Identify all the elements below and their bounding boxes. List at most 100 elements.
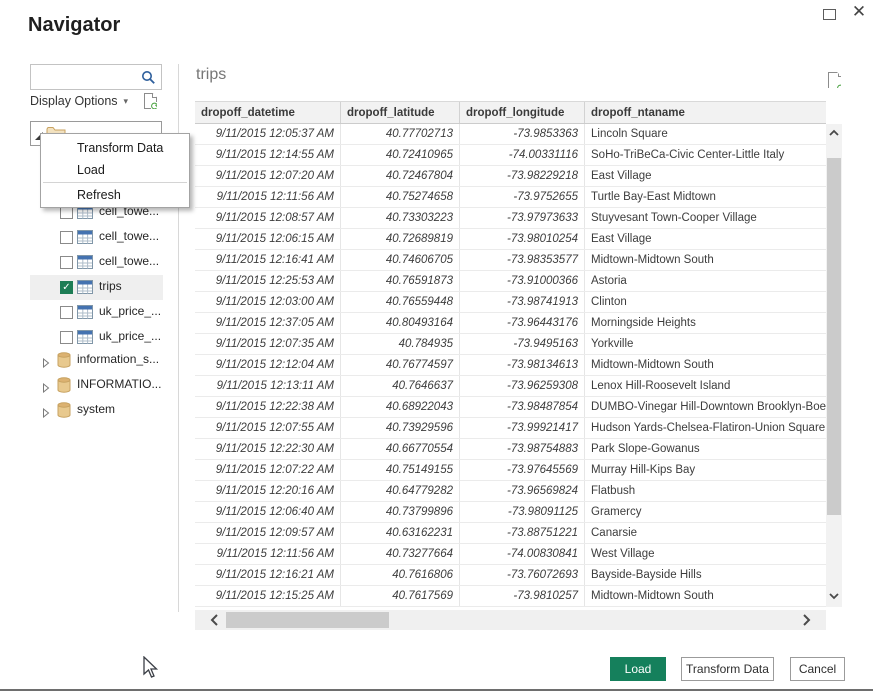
checkbox[interactable]: ✓ [60,281,73,294]
menu-item-load[interactable]: Load [41,159,189,181]
transform-data-button[interactable]: Transform Data [681,657,774,681]
cell-dropoff-datetime: 9/11/2015 12:07:55 AM [195,418,341,438]
cell-dropoff-ntaname: Lenox Hill-Roosevelt Island [585,376,826,396]
cell-dropoff-latitude: 40.75274658 [341,187,460,207]
checkbox[interactable] [60,256,73,269]
cell-dropoff-latitude: 40.80493164 [341,313,460,333]
cancel-button[interactable]: Cancel [790,657,845,681]
tree-item-uk-price-[interactable]: uk_price_... [30,300,163,325]
scroll-up-icon[interactable] [826,126,842,142]
cell-dropoff-longitude: -73.98134613 [460,355,585,375]
cell-dropoff-latitude: 40.63162231 [341,523,460,543]
cell-dropoff-longitude: -73.9752655 [460,187,585,207]
cell-dropoff-latitude: 40.66770554 [341,439,460,459]
column-header-dropoff-latitude[interactable]: dropoff_latitude [341,102,460,123]
cell-dropoff-ntaname: East Village [585,229,826,249]
display-options-label: Display Options [30,94,118,108]
display-options-dropdown[interactable]: Display Options▾ [30,94,128,108]
horizontal-scrollbar[interactable] [195,610,826,630]
load-button[interactable]: Load [610,657,666,681]
table-row[interactable]: 9/11/2015 12:15:25 AM40.7617569-73.98102… [195,586,826,607]
table-row[interactable]: 9/11/2015 12:37:05 AM40.80493164-73.9644… [195,313,826,334]
cell-dropoff-longitude: -73.9495163 [460,334,585,354]
cell-dropoff-datetime: 9/11/2015 12:14:55 AM [195,145,341,165]
cell-dropoff-latitude: 40.73929596 [341,418,460,438]
expand-chevron-icon[interactable] [42,380,50,398]
cell-dropoff-ntaname: Yorkville [585,334,826,354]
cell-dropoff-ntaname: Hudson Yards-Chelsea-Flatiron-Union Squa… [585,418,826,438]
table-row[interactable]: 9/11/2015 12:09:57 AM40.63162231-73.8875… [195,523,826,544]
table-row[interactable]: 9/11/2015 12:22:30 AM40.66770554-73.9875… [195,439,826,460]
table-row[interactable]: 9/11/2015 12:06:40 AM40.73799896-73.9809… [195,502,826,523]
search-icon[interactable] [141,70,156,90]
cell-dropoff-datetime: 9/11/2015 12:08:57 AM [195,208,341,228]
refresh-arrows-icon: ⟳ [837,84,846,94]
cell-dropoff-longitude: -73.96443176 [460,313,585,333]
column-header-dropoff-datetime[interactable]: dropoff_datetime [195,102,341,123]
grid-header-row: dropoff_datetime dropoff_latitude dropof… [195,101,826,124]
table-row[interactable]: 9/11/2015 12:07:35 AM40.784935-73.949516… [195,334,826,355]
table-row[interactable]: 9/11/2015 12:07:55 AM40.73929596-73.9992… [195,418,826,439]
table-row[interactable]: 9/11/2015 12:11:56 AM40.73277664-74.0083… [195,544,826,565]
table-row[interactable]: 9/11/2015 12:14:55 AM40.72410965-74.0033… [195,145,826,166]
refresh-tree-icon[interactable]: ⟳ [144,93,157,109]
table-icon [77,305,93,324]
scroll-left-icon[interactable] [209,613,221,632]
cell-dropoff-latitude: 40.7646637 [341,376,460,396]
cell-dropoff-datetime: 9/11/2015 12:15:25 AM [195,586,341,606]
vertical-scrollbar[interactable] [826,124,842,607]
table-row[interactable]: 9/11/2015 12:08:57 AM40.73303223-73.9797… [195,208,826,229]
tree-item-cell-towe-[interactable]: cell_towe... [30,250,163,275]
expand-chevron-icon[interactable] [42,405,50,423]
search-input[interactable] [35,67,139,87]
tree-item-trips[interactable]: ✓ trips [30,275,163,300]
expand-chevron-icon[interactable] [42,355,50,373]
table-row[interactable]: 9/11/2015 12:07:22 AM40.75149155-73.9764… [195,460,826,481]
table-row[interactable]: 9/11/2015 12:16:41 AM40.74606705-73.9835… [195,250,826,271]
cell-dropoff-datetime: 9/11/2015 12:37:05 AM [195,313,341,333]
table-icon [77,255,93,274]
cell-dropoff-latitude: 40.72410965 [341,145,460,165]
tree-item-label: information_s... [77,352,159,366]
table-row[interactable]: 9/11/2015 12:20:16 AM40.64779282-73.9656… [195,481,826,502]
maximize-icon[interactable] [823,9,836,20]
column-header-dropoff-ntaname[interactable]: dropoff_ntaname [585,102,826,123]
checkbox[interactable] [60,231,73,244]
tree-item-information-s-[interactable]: information_s... [30,348,163,373]
table-row[interactable]: 9/11/2015 12:07:20 AM40.72467804-73.9822… [195,166,826,187]
scroll-down-icon[interactable] [826,589,842,605]
table-row[interactable]: 9/11/2015 12:12:04 AM40.76774597-73.9813… [195,355,826,376]
scroll-right-icon[interactable] [800,613,812,632]
table-row[interactable]: 9/11/2015 12:03:00 AM40.76559448-73.9874… [195,292,826,313]
tree-item-uk-price-[interactable]: uk_price_... [30,325,163,350]
checkbox[interactable] [60,331,73,344]
cell-dropoff-longitude: -73.9853363 [460,124,585,144]
menu-item-transform-data[interactable]: Transform Data [41,137,189,159]
menu-item-refresh[interactable]: Refresh [41,184,189,206]
tree-item-informatio-[interactable]: INFORMATIO... [30,373,163,398]
table-row[interactable]: 9/11/2015 12:13:11 AM40.7646637-73.96259… [195,376,826,397]
checkbox[interactable] [60,306,73,319]
table-row[interactable]: 9/11/2015 12:16:21 AM40.7616806-73.76072… [195,565,826,586]
cell-dropoff-datetime: 9/11/2015 12:12:04 AM [195,355,341,375]
refresh-preview-icon[interactable]: ⟳ [828,72,843,91]
table-row[interactable]: 9/11/2015 12:11:56 AM40.75274658-73.9752… [195,187,826,208]
table-row[interactable]: 9/11/2015 12:22:38 AM40.68922043-73.9848… [195,397,826,418]
column-header-dropoff-longitude[interactable]: dropoff_longitude [460,102,585,123]
table-row[interactable]: 9/11/2015 12:06:15 AM40.72689819-73.9801… [195,229,826,250]
close-icon[interactable]: ✕ [850,2,868,22]
mouse-cursor [143,656,159,679]
table-row[interactable]: 9/11/2015 12:25:53 AM40.76591873-73.9100… [195,271,826,292]
cell-dropoff-latitude: 40.73303223 [341,208,460,228]
vertical-scrollbar-thumb[interactable] [827,158,841,515]
table-row[interactable]: 9/11/2015 12:05:37 AM40.77702713-73.9853… [195,124,826,145]
tree-item-cell-towe-[interactable]: cell_towe... [30,225,163,250]
cell-dropoff-ntaname: SoHo-TriBeCa-Civic Center-Little Italy [585,145,826,165]
tree-item-label: trips [99,279,122,293]
horizontal-scrollbar-thumb[interactable] [226,612,389,628]
cell-dropoff-longitude: -73.98741913 [460,292,585,312]
tree-item-system[interactable]: system [30,398,163,423]
context-menu: Transform Data Load Refresh [40,133,190,208]
search-box [30,64,162,90]
cell-dropoff-longitude: -73.99921417 [460,418,585,438]
